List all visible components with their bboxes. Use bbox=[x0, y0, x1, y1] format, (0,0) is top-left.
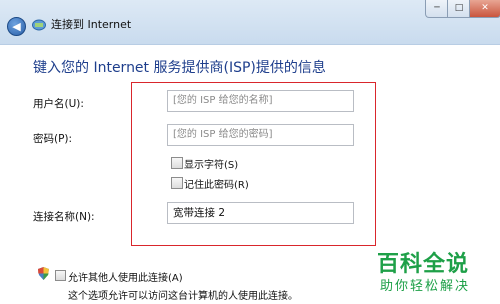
shield-icon bbox=[38, 267, 49, 280]
page-heading: 键入您的 Internet 服务提供商(ISP)提供的信息 bbox=[33, 60, 326, 76]
title-bar: ◀ 连接到 Internet ─ □ ✕ bbox=[0, 0, 500, 45]
watermark-slogan: 助你轻松解决 bbox=[380, 279, 471, 294]
back-arrow-icon[interactable]: ◀ bbox=[7, 17, 26, 36]
password-input[interactable]: [您的 ISP 给您的密码] bbox=[167, 124, 354, 146]
username-label: 用户名(U): bbox=[33, 98, 84, 110]
watermark-logo-text: 百科全说 bbox=[377, 252, 470, 277]
password-placeholder: [您的 ISP 给您的密码] bbox=[173, 129, 273, 140]
show-chars-checkbox[interactable] bbox=[171, 157, 183, 169]
connection-name-label: 连接名称(N): bbox=[33, 211, 95, 223]
allow-others-description: 这个选项允许可以访问这台计算机的人使用此连接。 bbox=[68, 291, 298, 302]
password-label: 密码(P): bbox=[33, 133, 73, 145]
network-connection-icon bbox=[32, 19, 46, 31]
window-title: 连接到 Internet bbox=[51, 18, 132, 31]
allow-others-checkbox[interactable] bbox=[55, 270, 66, 281]
connection-name-input[interactable]: 宽带连接 2 bbox=[167, 202, 354, 224]
maximize-button[interactable]: □ bbox=[447, 0, 471, 18]
show-chars-label: 显示字符(S) bbox=[184, 160, 239, 171]
remember-password-checkbox[interactable] bbox=[171, 177, 183, 189]
allow-others-label: 允许其他人使用此连接(A) bbox=[68, 273, 183, 284]
minimize-button[interactable]: ─ bbox=[425, 0, 449, 18]
remember-password-label: 记住此密码(R) bbox=[184, 180, 249, 191]
username-placeholder: [您的 ISP 给您的名称] bbox=[173, 95, 273, 106]
close-button[interactable]: ✕ bbox=[469, 0, 500, 18]
username-input[interactable]: [您的 ISP 给您的名称] bbox=[167, 90, 354, 112]
